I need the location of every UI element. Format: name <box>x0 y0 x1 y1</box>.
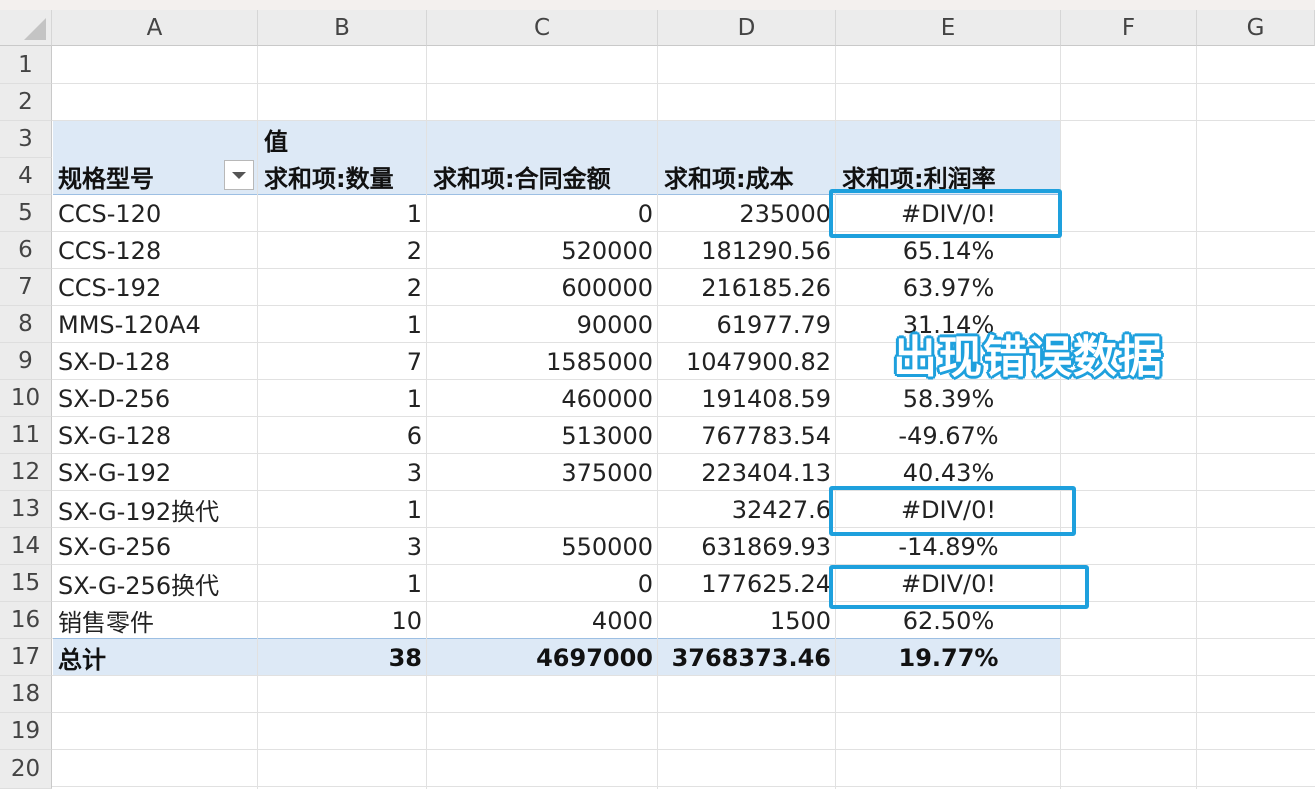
column-header-g[interactable]: G <box>1197 10 1315 46</box>
cell-amount[interactable]: 375000 <box>427 454 658 491</box>
row-header-8[interactable]: 8 <box>0 306 52 343</box>
cell-cost[interactable]: 191408.59 <box>658 380 836 417</box>
cell-model[interactable]: SX-G-256 <box>52 528 258 565</box>
column-header-f[interactable]: F <box>1061 10 1197 46</box>
row-header-14[interactable]: 14 <box>0 528 52 565</box>
cell-qty[interactable]: 1 <box>258 491 427 528</box>
chevron-down-icon <box>232 171 246 179</box>
column-header-d[interactable]: D <box>658 10 836 46</box>
header-cost[interactable]: 求和项:成本 <box>658 158 836 195</box>
cell-cost[interactable]: 61977.79 <box>658 306 836 343</box>
row-header-1[interactable]: 1 <box>0 46 52 84</box>
values-caption[interactable]: 值 <box>258 121 427 158</box>
cell-cost[interactable]: 216185.26 <box>658 269 836 306</box>
cell-qty[interactable]: 3 <box>258 528 427 565</box>
error-annotation-label: 出现错误数据 <box>893 332 1163 383</box>
cell-amount[interactable]: 520000 <box>427 232 658 269</box>
cell-amount[interactable]: 513000 <box>427 417 658 454</box>
row-header-20[interactable]: 20 <box>0 750 52 789</box>
cell-cost[interactable]: 177625.24 <box>658 565 836 602</box>
error-highlight-box <box>829 189 1062 238</box>
row-header-12[interactable]: 12 <box>0 454 52 491</box>
cell-qty[interactable]: 1 <box>258 380 427 417</box>
cell-model[interactable]: SX-D-128 <box>52 343 258 380</box>
model-filter-dropdown[interactable] <box>224 160 254 190</box>
cell-margin[interactable]: 63.97% <box>836 269 1061 306</box>
total-amount[interactable]: 4697000 <box>427 639 658 676</box>
row-header-7[interactable]: 7 <box>0 269 52 306</box>
row-header-15[interactable]: 15 <box>0 565 52 602</box>
cell-model[interactable]: CCS-192 <box>52 269 258 306</box>
cell-model[interactable]: SX-G-256换代 <box>52 565 258 602</box>
cell-cost[interactable]: 1047900.82 <box>658 343 836 380</box>
error-highlight-box <box>829 565 1089 609</box>
row-header-10[interactable]: 10 <box>0 380 52 417</box>
row-header-11[interactable]: 11 <box>0 417 52 454</box>
header-qty[interactable]: 求和项:数量 <box>258 158 427 195</box>
cell-model[interactable]: CCS-128 <box>52 232 258 269</box>
cell-cost[interactable]: 767783.54 <box>658 417 836 454</box>
total-label[interactable]: 总计 <box>52 639 258 676</box>
column-header-e[interactable]: E <box>836 10 1061 46</box>
cell-amount[interactable]: 600000 <box>427 269 658 306</box>
row-header-19[interactable]: 19 <box>0 713 52 750</box>
column-header-b[interactable]: B <box>258 10 427 46</box>
cell-cost[interactable]: 223404.13 <box>658 454 836 491</box>
cell-amount[interactable]: 4000 <box>427 602 658 639</box>
cell-qty[interactable]: 7 <box>258 343 427 380</box>
row-header-13[interactable]: 13 <box>0 491 52 528</box>
cell-cost[interactable]: 1500 <box>658 602 836 639</box>
cell-qty[interactable]: 2 <box>258 232 427 269</box>
cell-model[interactable]: CCS-120 <box>52 195 258 232</box>
cell-cost[interactable]: 181290.56 <box>658 232 836 269</box>
total-cost[interactable]: 3768373.46 <box>658 639 836 676</box>
row-header-4[interactable]: 4 <box>0 158 52 195</box>
row-header-18[interactable]: 18 <box>0 676 52 713</box>
cell-qty[interactable]: 6 <box>258 417 427 454</box>
row-header-2[interactable]: 2 <box>0 84 52 121</box>
window-top-strip <box>0 0 1315 10</box>
select-all-triangle-icon <box>24 18 46 40</box>
row-header-9[interactable]: 9 <box>0 343 52 380</box>
error-highlight-box <box>829 486 1076 536</box>
cell-amount[interactable]: 550000 <box>427 528 658 565</box>
cell-model[interactable]: SX-G-128 <box>52 417 258 454</box>
cell-model[interactable]: SX-G-192换代 <box>52 491 258 528</box>
cell-cost[interactable]: 32427.6 <box>658 491 836 528</box>
header-amount[interactable]: 求和项:合同金额 <box>427 158 658 195</box>
column-header-c[interactable]: C <box>427 10 658 46</box>
cell-cost[interactable]: 631869.93 <box>658 528 836 565</box>
select-all-corner[interactable] <box>0 10 52 46</box>
cell-model[interactable]: SX-D-256 <box>52 380 258 417</box>
row-header-3[interactable]: 3 <box>0 121 52 158</box>
cell-qty[interactable]: 1 <box>258 195 427 232</box>
cell-margin[interactable]: 58.39% <box>836 380 1061 417</box>
cell-model[interactable]: SX-G-192 <box>52 454 258 491</box>
cell-amount[interactable]: 0 <box>427 565 658 602</box>
column-header-a[interactable]: A <box>52 10 258 46</box>
cell-qty[interactable]: 3 <box>258 454 427 491</box>
total-margin[interactable]: 19.77% <box>836 639 1061 676</box>
cell-qty[interactable]: 1 <box>258 306 427 343</box>
cell-amount[interactable]: 1585000 <box>427 343 658 380</box>
cell-qty[interactable]: 2 <box>258 269 427 306</box>
cell-amount[interactable]: 460000 <box>427 380 658 417</box>
row-header-6[interactable]: 6 <box>0 232 52 269</box>
cell-qty[interactable]: 1 <box>258 565 427 602</box>
cell-margin[interactable]: -49.67% <box>836 417 1061 454</box>
row-header-16[interactable]: 16 <box>0 602 52 639</box>
cell-amount[interactable]: 0 <box>427 195 658 232</box>
cell-qty[interactable]: 10 <box>258 602 427 639</box>
cell-amount[interactable] <box>427 491 658 528</box>
cell-model[interactable]: 销售零件 <box>52 602 258 639</box>
cell-cost[interactable]: 235000 <box>658 195 836 232</box>
cell-amount[interactable]: 90000 <box>427 306 658 343</box>
row-header-17[interactable]: 17 <box>0 639 52 676</box>
cell-model[interactable]: MMS-120A4 <box>52 306 258 343</box>
row-header-5[interactable]: 5 <box>0 195 52 232</box>
total-qty[interactable]: 38 <box>258 639 427 676</box>
